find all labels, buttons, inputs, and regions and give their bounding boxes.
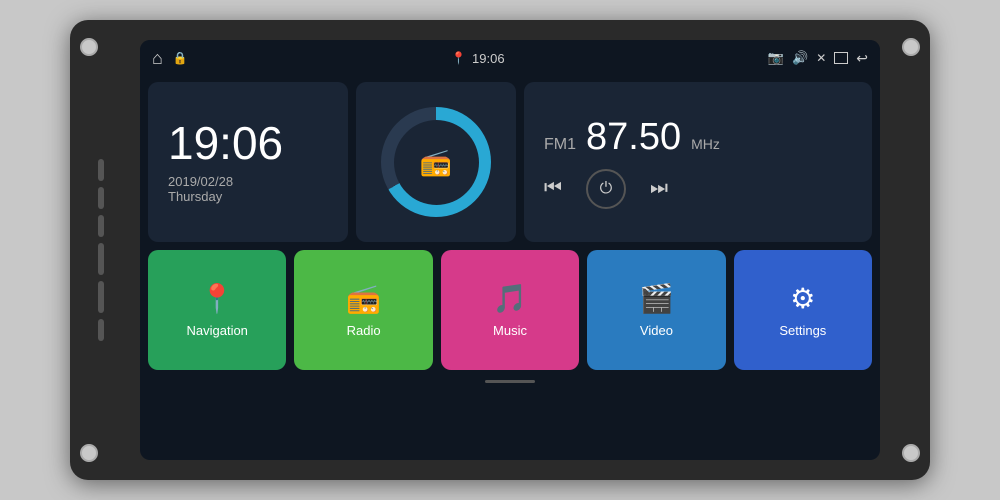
close-status-icon[interactable]: ✕ (816, 51, 826, 65)
radio-prev-button[interactable]: ⏮ (544, 177, 562, 200)
clock-day: Thursday (168, 189, 328, 204)
screen: ⌂ 🔒 📍 19:06 📷 🔊 ✕ ↩ 19:06 (140, 40, 880, 460)
clock-date: 2019/02/28 (168, 174, 328, 189)
radio-next-button[interactable]: ⏭ (650, 177, 668, 200)
top-section: 19:06 2019/02/28 Thursday 📻 (148, 82, 872, 242)
mount-hole-br (902, 444, 920, 462)
settings-label: Settings (779, 323, 826, 338)
video-label: Video (640, 323, 673, 338)
home-button[interactable] (98, 187, 104, 209)
indicator-line (485, 380, 535, 383)
status-bar-left: ⌂ 🔒 (152, 48, 188, 69)
status-bar-center: 📍 19:06 (451, 51, 505, 66)
back-icon[interactable]: ↩ (856, 50, 868, 67)
vol-up-button[interactable] (98, 243, 104, 275)
music-label: Music (493, 323, 527, 338)
volume-icon[interactable]: 🔊 (792, 50, 808, 66)
app-tile-video[interactable]: 🎬 Video (587, 250, 725, 370)
radio-band-freq: FM1 87.50 MHz (544, 116, 852, 159)
mount-hole-bl (80, 444, 98, 462)
radio-progress-ring: 📻 (381, 107, 491, 217)
location-icon: 📍 (451, 51, 466, 65)
radio-controls: ⏮ ⏻ ⏭ (544, 169, 852, 209)
side-buttons (98, 159, 104, 341)
main-content: 19:06 2019/02/28 Thursday 📻 (140, 76, 880, 460)
app-tile-music[interactable]: 🎵 Music (441, 250, 579, 370)
back-button[interactable] (98, 215, 104, 237)
lock-icon: 🔒 (173, 51, 188, 65)
bottom-indicator (148, 378, 872, 383)
radio-circle-tile[interactable]: 📻 (356, 82, 516, 242)
status-bar: ⌂ 🔒 📍 19:06 📷 🔊 ✕ ↩ (140, 40, 880, 76)
power-button[interactable] (98, 159, 104, 181)
app-tile-navigation[interactable]: 📍 Navigation (148, 250, 286, 370)
radio-band: FM1 (544, 136, 576, 154)
camera-icon[interactable]: 📷 (768, 50, 784, 66)
radio-power-button[interactable]: ⏻ (586, 169, 626, 209)
radio-info-tile: FM1 87.50 MHz ⏮ ⏻ ⏭ (524, 82, 872, 242)
radio-app-label: Radio (347, 323, 381, 338)
mount-hole-tl (80, 38, 98, 56)
vol-down-button[interactable] (98, 281, 104, 313)
car-head-unit: ⌂ 🔒 📍 19:06 📷 🔊 ✕ ↩ 19:06 (70, 20, 930, 480)
antenna-button[interactable] (98, 319, 104, 341)
radio-icon: 📻 (394, 120, 479, 205)
navigation-icon: 📍 (200, 282, 235, 315)
music-icon: 🎵 (493, 282, 528, 315)
mount-hole-tr (902, 38, 920, 56)
clock-tile: 19:06 2019/02/28 Thursday (148, 82, 348, 242)
video-icon: 🎬 (639, 282, 674, 315)
clock-time: 19:06 (168, 120, 328, 166)
settings-icon: ⚙ (790, 282, 815, 315)
app-grid: 📍 Navigation 📻 Radio 🎵 Music 🎬 Video ⚙ (148, 250, 872, 370)
radio-frequency: 87.50 (586, 116, 681, 159)
window-icon[interactable] (834, 52, 848, 64)
radio-app-icon: 📻 (346, 282, 381, 315)
navigation-label: Navigation (186, 323, 247, 338)
app-tile-radio[interactable]: 📻 Radio (294, 250, 432, 370)
home-icon[interactable]: ⌂ (152, 48, 163, 69)
status-time: 19:06 (472, 51, 505, 66)
radio-unit: MHz (691, 136, 720, 152)
app-tile-settings[interactable]: ⚙ Settings (734, 250, 872, 370)
status-bar-right: 📷 🔊 ✕ ↩ (768, 50, 868, 67)
